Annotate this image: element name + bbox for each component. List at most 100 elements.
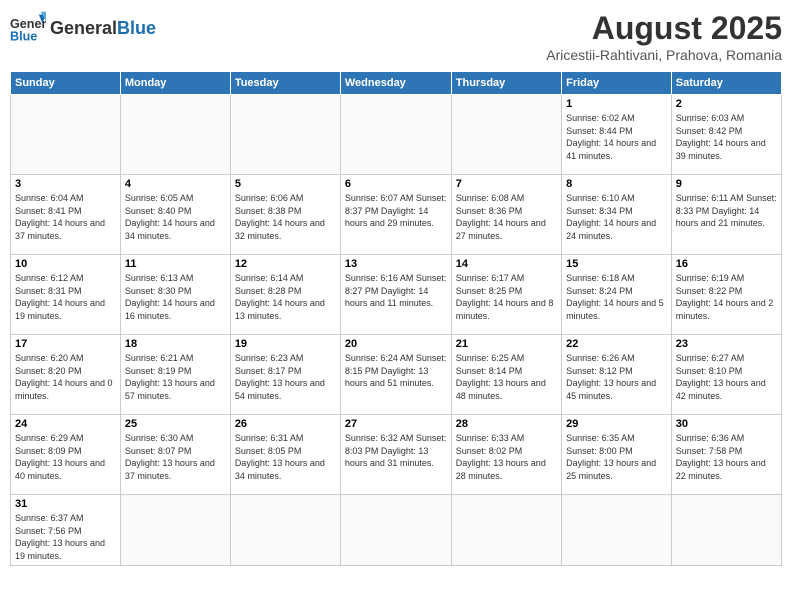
day-number: 26 — [235, 418, 336, 430]
day-number: 4 — [125, 178, 226, 190]
calendar-day-cell: 10 Sunrise: 6:12 AM Sunset: 8:31 PM Dayli… — [11, 255, 121, 335]
calendar-week-row: 3Sunrise: 6:04 AM Sunset: 8:41 PM Daylig… — [11, 175, 782, 255]
calendar-day-cell — [671, 495, 781, 566]
calendar-week-row: 17Sunrise: 6:20 AM Sunset: 8:20 PM Dayli… — [11, 335, 782, 415]
calendar-day-cell: 4 Sunrise: 6:05 AM Sunset: 8:40 PM Daylig… — [120, 175, 230, 255]
calendar-day-cell: 16 Sunrise: 6:19 AM Sunset: 8:22 PM Dayli… — [671, 255, 781, 335]
day-info: Sunrise: 6:30 AM Sunset: 8:07 PM Dayligh… — [125, 432, 226, 482]
day-number: 24 — [15, 418, 116, 430]
day-number: 8 — [566, 178, 667, 190]
day-number: 14 — [456, 258, 557, 270]
logo-general-text: General — [50, 18, 117, 39]
day-info: Sunrise: 6:19 AM Sunset: 8:22 PM Dayligh… — [676, 272, 777, 322]
day-info: Sunrise: 6:32 AM Sunset: 8:03 PM Dayligh… — [345, 432, 447, 470]
day-number: 22 — [566, 338, 667, 350]
calendar-week-row: 24Sunrise: 6:29 AM Sunset: 8:09 PM Dayli… — [11, 415, 782, 495]
logo: General Blue General Blue — [10, 10, 156, 46]
day-info: Sunrise: 6:23 AM Sunset: 8:17 PM Dayligh… — [235, 352, 336, 402]
day-info: Sunrise: 6:24 AM Sunset: 8:15 PM Dayligh… — [345, 352, 447, 390]
day-info: Sunrise: 6:04 AM Sunset: 8:41 PM Dayligh… — [15, 192, 116, 242]
day-info: Sunrise: 6:11 AM Sunset: 8:33 PM Dayligh… — [676, 192, 777, 230]
day-info: Sunrise: 6:06 AM Sunset: 8:38 PM Dayligh… — [235, 192, 336, 242]
day-number: 28 — [456, 418, 557, 430]
day-info: Sunrise: 6:37 AM Sunset: 7:56 PM Dayligh… — [15, 512, 116, 562]
logo-blue-text: Blue — [117, 18, 156, 39]
day-of-week-header: Saturday — [671, 72, 781, 95]
day-info: Sunrise: 6:31 AM Sunset: 8:05 PM Dayligh… — [235, 432, 336, 482]
day-info: Sunrise: 6:10 AM Sunset: 8:34 PM Dayligh… — [566, 192, 667, 242]
calendar-week-row: 10 Sunrise: 6:12 AM Sunset: 8:31 PM Dayli… — [11, 255, 782, 335]
day-info: Sunrise: 6:07 AM Sunset: 8:37 PM Dayligh… — [345, 192, 447, 230]
calendar-day-cell — [11, 95, 121, 175]
day-info: Sunrise: 6:33 AM Sunset: 8:02 PM Dayligh… — [456, 432, 557, 482]
day-of-week-header: Friday — [562, 72, 672, 95]
day-info: Sunrise: 6:16 AM Sunset: 8:27 PM Dayligh… — [345, 272, 447, 310]
calendar-day-cell: 6 Sunrise: 6:07 AM Sunset: 8:37 PM Daylig… — [340, 175, 451, 255]
calendar-day-cell: 7 Sunrise: 6:08 AM Sunset: 8:36 PM Daylig… — [451, 175, 561, 255]
day-info: Sunrise: 6:13 AM Sunset: 8:30 PM Dayligh… — [125, 272, 226, 322]
calendar-day-cell: 28 Sunrise: 6:33 AM Sunset: 8:02 PM Dayli… — [451, 415, 561, 495]
logo-icon: General Blue — [10, 10, 46, 46]
calendar-week-row: 31Sunrise: 6:37 AM Sunset: 7:56 PM Dayli… — [11, 495, 782, 566]
day-info: Sunrise: 6:25 AM Sunset: 8:14 PM Dayligh… — [456, 352, 557, 402]
day-number: 21 — [456, 338, 557, 350]
day-info: Sunrise: 6:02 AM Sunset: 8:44 PM Dayligh… — [566, 112, 667, 162]
day-info: Sunrise: 6:12 AM Sunset: 8:31 PM Dayligh… — [15, 272, 116, 322]
calendar-day-cell: 1 Sunrise: 6:02 AM Sunset: 8:44 PM Daylig… — [562, 95, 672, 175]
day-number: 7 — [456, 178, 557, 190]
calendar-day-cell: 9Sunrise: 6:11 AM Sunset: 8:33 PM Daylig… — [671, 175, 781, 255]
calendar-day-cell: 30Sunrise: 6:36 AM Sunset: 7:58 PM Dayli… — [671, 415, 781, 495]
calendar-day-cell: 23 Sunrise: 6:27 AM Sunset: 8:10 PM Dayli… — [671, 335, 781, 415]
day-info: Sunrise: 6:18 AM Sunset: 8:24 PM Dayligh… — [566, 272, 667, 322]
day-info: Sunrise: 6:17 AM Sunset: 8:25 PM Dayligh… — [456, 272, 557, 322]
day-of-week-header: Tuesday — [230, 72, 340, 95]
page-header: General Blue General Blue August 2025 Ar… — [10, 10, 782, 63]
day-info: Sunrise: 6:03 AM Sunset: 8:42 PM Dayligh… — [676, 112, 777, 162]
calendar-day-cell: 27Sunrise: 6:32 AM Sunset: 8:03 PM Dayli… — [340, 415, 451, 495]
day-info: Sunrise: 6:20 AM Sunset: 8:20 PM Dayligh… — [15, 352, 116, 402]
day-of-week-header: Sunday — [11, 72, 121, 95]
calendar-day-cell: 2Sunrise: 6:03 AM Sunset: 8:42 PM Daylig… — [671, 95, 781, 175]
calendar-table: SundayMondayTuesdayWednesdayThursdayFrid… — [10, 71, 782, 566]
calendar-day-cell: 17Sunrise: 6:20 AM Sunset: 8:20 PM Dayli… — [11, 335, 121, 415]
calendar-day-cell: 8 Sunrise: 6:10 AM Sunset: 8:34 PM Daylig… — [562, 175, 672, 255]
day-info: Sunrise: 6:27 AM Sunset: 8:10 PM Dayligh… — [676, 352, 777, 402]
calendar-day-cell: 31Sunrise: 6:37 AM Sunset: 7:56 PM Dayli… — [11, 495, 121, 566]
calendar-day-cell — [562, 495, 672, 566]
calendar-day-cell: 13Sunrise: 6:16 AM Sunset: 8:27 PM Dayli… — [340, 255, 451, 335]
calendar-day-cell — [451, 495, 561, 566]
location-title: Aricestii-Rahtivani, Prahova, Romania — [546, 47, 782, 63]
svg-text:Blue: Blue — [10, 30, 37, 44]
day-number: 1 — [566, 98, 667, 110]
day-number: 15 — [566, 258, 667, 270]
day-of-week-header: Wednesday — [340, 72, 451, 95]
calendar-day-cell — [230, 95, 340, 175]
title-area: August 2025 Aricestii-Rahtivani, Prahova… — [546, 10, 782, 63]
day-number: 29 — [566, 418, 667, 430]
day-number: 10 — [15, 258, 116, 270]
day-number: 16 — [676, 258, 777, 270]
day-info: Sunrise: 6:35 AM Sunset: 8:00 PM Dayligh… — [566, 432, 667, 482]
day-info: Sunrise: 6:08 AM Sunset: 8:36 PM Dayligh… — [456, 192, 557, 242]
day-info: Sunrise: 6:21 AM Sunset: 8:19 PM Dayligh… — [125, 352, 226, 402]
day-number: 19 — [235, 338, 336, 350]
calendar-day-cell: 11Sunrise: 6:13 AM Sunset: 8:30 PM Dayli… — [120, 255, 230, 335]
calendar-day-cell: 29 Sunrise: 6:35 AM Sunset: 8:00 PM Dayli… — [562, 415, 672, 495]
day-info: Sunrise: 6:26 AM Sunset: 8:12 PM Dayligh… — [566, 352, 667, 402]
calendar-day-cell: 14 Sunrise: 6:17 AM Sunset: 8:25 PM Dayli… — [451, 255, 561, 335]
calendar-day-cell: 15 Sunrise: 6:18 AM Sunset: 8:24 PM Dayli… — [562, 255, 672, 335]
calendar-day-cell: 24Sunrise: 6:29 AM Sunset: 8:09 PM Dayli… — [11, 415, 121, 495]
calendar-day-cell: 5Sunrise: 6:06 AM Sunset: 8:38 PM Daylig… — [230, 175, 340, 255]
day-number: 20 — [345, 338, 447, 350]
calendar-day-cell — [120, 95, 230, 175]
calendar-day-cell: 18Sunrise: 6:21 AM Sunset: 8:19 PM Dayli… — [120, 335, 230, 415]
day-info: Sunrise: 6:05 AM Sunset: 8:40 PM Dayligh… — [125, 192, 226, 242]
day-number: 12 — [235, 258, 336, 270]
day-number: 25 — [125, 418, 226, 430]
calendar-day-cell: 21 Sunrise: 6:25 AM Sunset: 8:14 PM Dayli… — [451, 335, 561, 415]
day-number: 6 — [345, 178, 447, 190]
calendar-header-row: SundayMondayTuesdayWednesdayThursdayFrid… — [11, 72, 782, 95]
calendar-day-cell — [230, 495, 340, 566]
day-number: 23 — [676, 338, 777, 350]
calendar-day-cell — [120, 495, 230, 566]
